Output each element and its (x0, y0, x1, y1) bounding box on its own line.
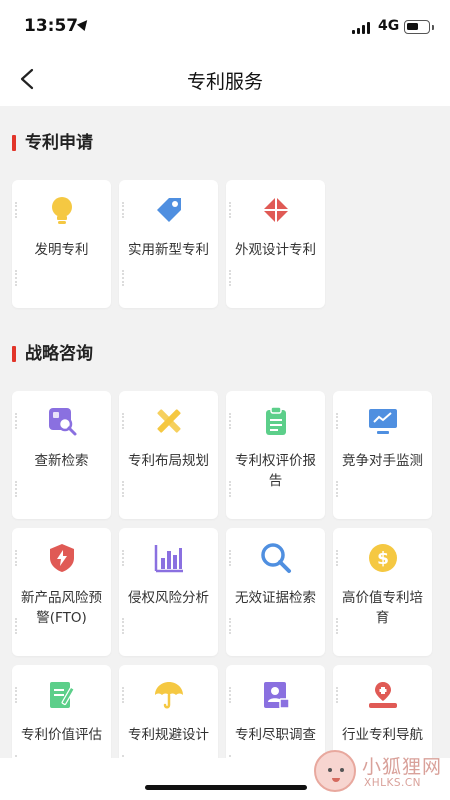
lightbulb-icon (46, 194, 78, 226)
service-card[interactable]: 专利规避设计 (119, 665, 218, 758)
service-card-label: 专利尽职调查 (235, 727, 316, 743)
service-card-label: 新产品风险预警(FTO) (21, 590, 102, 626)
svg-text:$: $ (377, 549, 389, 569)
service-card-label: 查新检索 (34, 453, 89, 469)
service-card[interactable]: 专利价值评估 (12, 665, 111, 758)
status-bar: 13:57 4G (0, 0, 450, 52)
card-decoration (229, 618, 233, 634)
service-card[interactable]: 专利权评价报告 (226, 391, 325, 519)
watermark-text: 小狐狸网 (362, 756, 443, 778)
service-content: 专利申请 发明专利 实用新型专利 外观设计专利 战略咨询 查新检索 专利布局规划 专利权… (0, 106, 450, 758)
service-card-label: 实用新型专利 (128, 242, 209, 258)
card-decoration (15, 413, 19, 429)
page-title: 专利服务 (186, 71, 263, 93)
section-title-strategy-consulting: 战略咨询 (12, 343, 93, 365)
section-accent-bar (12, 346, 16, 362)
card-decoration (336, 687, 340, 703)
service-card[interactable]: 实用新型专利 (119, 180, 218, 308)
shield-bolt-icon (46, 542, 78, 574)
card-decoration (122, 481, 126, 497)
bar-chart-icon (153, 542, 185, 574)
section-title-patent-application: 专利申请 (12, 132, 93, 154)
location-arrow-icon (76, 16, 92, 32)
service-card[interactable]: $ 高价值专利培育 (333, 528, 432, 656)
monitor-chart-icon (367, 405, 399, 437)
service-card[interactable]: 侵权风险分析 (119, 528, 218, 656)
watermark-sub: XHLKS.CN (364, 777, 422, 789)
service-card[interactable]: 外观设计专利 (226, 180, 325, 308)
section-accent-bar (12, 135, 16, 151)
service-card-label: 外观设计专利 (235, 242, 316, 258)
dollar-coin-icon: $ (367, 542, 399, 574)
service-card-label: 发明专利 (34, 242, 89, 258)
service-card[interactable]: 查新检索 (12, 391, 111, 519)
id-card-icon (260, 679, 292, 711)
service-card-label: 专利权评价报告 (235, 453, 316, 489)
home-indicator[interactable] (145, 785, 307, 790)
service-card[interactable]: 专利布局规划 (119, 391, 218, 519)
card-decoration (15, 550, 19, 566)
search-window-icon (46, 405, 78, 437)
card-decoration (122, 270, 126, 286)
card-decoration (122, 687, 126, 703)
battery-icon (404, 20, 434, 34)
card-decoration (15, 687, 19, 703)
service-card-label: 专利价值评估 (21, 727, 102, 743)
map-pin-icon (367, 679, 399, 711)
service-card-label: 侵权风险分析 (128, 590, 209, 606)
service-card-label: 竞争对手监测 (342, 453, 423, 469)
card-decoration (122, 202, 126, 218)
card-decoration (229, 270, 233, 286)
card-decoration (336, 413, 340, 429)
fox-face-icon (314, 750, 356, 792)
navigation-bar: 专利服务 (0, 52, 450, 106)
service-card[interactable]: 新产品风险预警(FTO) (12, 528, 111, 656)
service-card-label: 行业专利导航 (342, 727, 423, 743)
card-decoration (229, 413, 233, 429)
clipboard-icon (260, 405, 292, 437)
network-type: 4G (378, 18, 400, 34)
ruler-pencil-icon (153, 405, 185, 437)
service-card[interactable]: 竞争对手监测 (333, 391, 432, 519)
card-decoration (336, 481, 340, 497)
service-card-label: 专利规避设计 (128, 727, 209, 743)
cellular-signal-icon (352, 22, 372, 34)
card-decoration (336, 550, 340, 566)
service-card[interactable]: 无效证据检索 (226, 528, 325, 656)
section-title-text: 专利申请 (25, 133, 93, 153)
card-decoration (229, 481, 233, 497)
card-decoration (15, 618, 19, 634)
status-time: 13:57 (24, 16, 79, 36)
service-card-label: 高价值专利培育 (342, 590, 423, 626)
section-title-text: 战略咨询 (25, 344, 93, 364)
service-card-label: 无效证据检索 (235, 590, 316, 606)
card-decoration (229, 687, 233, 703)
card-decoration (336, 618, 340, 634)
diamond-icon (260, 194, 292, 226)
card-decoration (122, 413, 126, 429)
card-decoration (15, 270, 19, 286)
document-pen-icon (46, 679, 78, 711)
card-decoration (122, 618, 126, 634)
card-decoration (122, 550, 126, 566)
card-decoration (229, 550, 233, 566)
service-card-label: 专利布局规划 (128, 453, 209, 469)
magnifier-icon (260, 542, 292, 574)
umbrella-icon (153, 679, 185, 711)
watermark-logo: 小狐狸网 XHLKS.CN (310, 744, 450, 800)
card-decoration (15, 481, 19, 497)
service-card[interactable]: 发明专利 (12, 180, 111, 308)
card-decoration (229, 202, 233, 218)
tag-icon (153, 194, 185, 226)
card-decoration (15, 202, 19, 218)
